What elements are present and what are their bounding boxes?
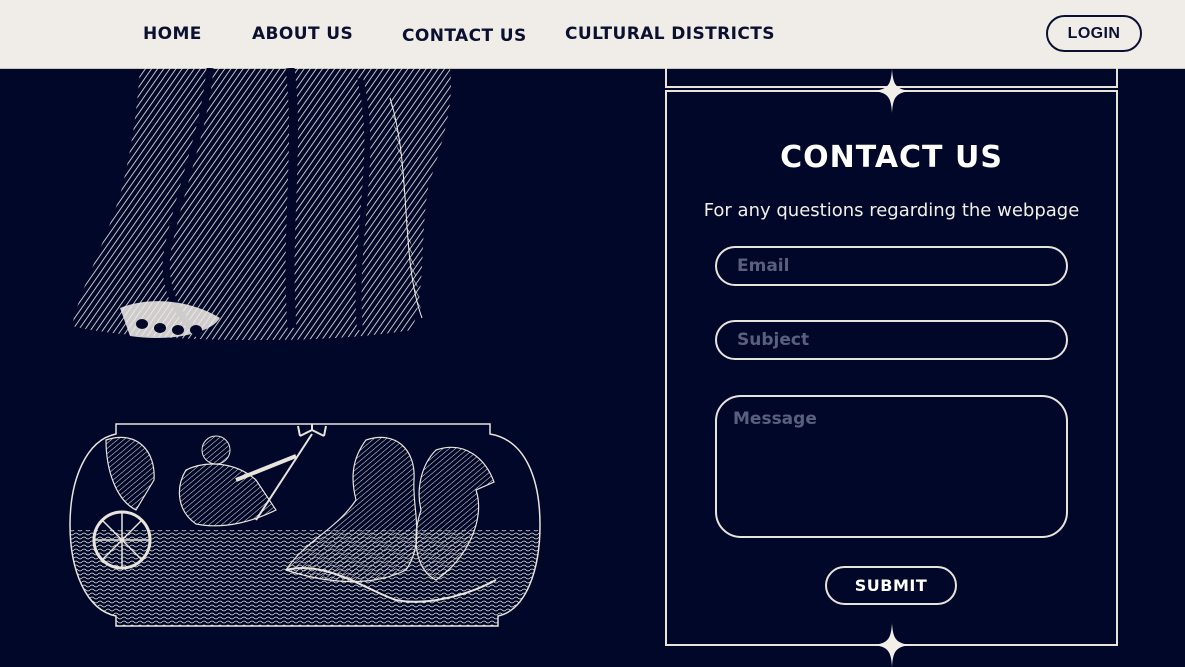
sparkle-icon bbox=[874, 623, 910, 667]
nav-link-about-us[interactable]: ABOUT US bbox=[252, 24, 353, 44]
nav-link-contact-us[interactable]: CONTACT US bbox=[402, 26, 527, 46]
sparkle-icon bbox=[874, 69, 910, 113]
login-button[interactable]: LOGIN bbox=[1046, 15, 1142, 52]
nav-link-cultural-districts[interactable]: CULTURAL DISTRICTS bbox=[565, 24, 775, 44]
nav-link-home[interactable]: HOME bbox=[143, 24, 202, 44]
message-field[interactable] bbox=[715, 395, 1068, 538]
contact-title: CONTACT US bbox=[780, 140, 1003, 175]
neptune-chariot-image bbox=[69, 423, 541, 627]
subject-field[interactable] bbox=[715, 320, 1068, 360]
statue-drapery-image bbox=[72, 68, 451, 340]
contact-subtitle: For any questions regarding the webpage bbox=[703, 200, 1080, 221]
email-field[interactable] bbox=[715, 246, 1068, 286]
submit-button[interactable]: SUBMIT bbox=[825, 566, 957, 605]
top-nav-bar: HOME ABOUT US CONTACT US CULTURAL DISTRI… bbox=[0, 0, 1185, 69]
